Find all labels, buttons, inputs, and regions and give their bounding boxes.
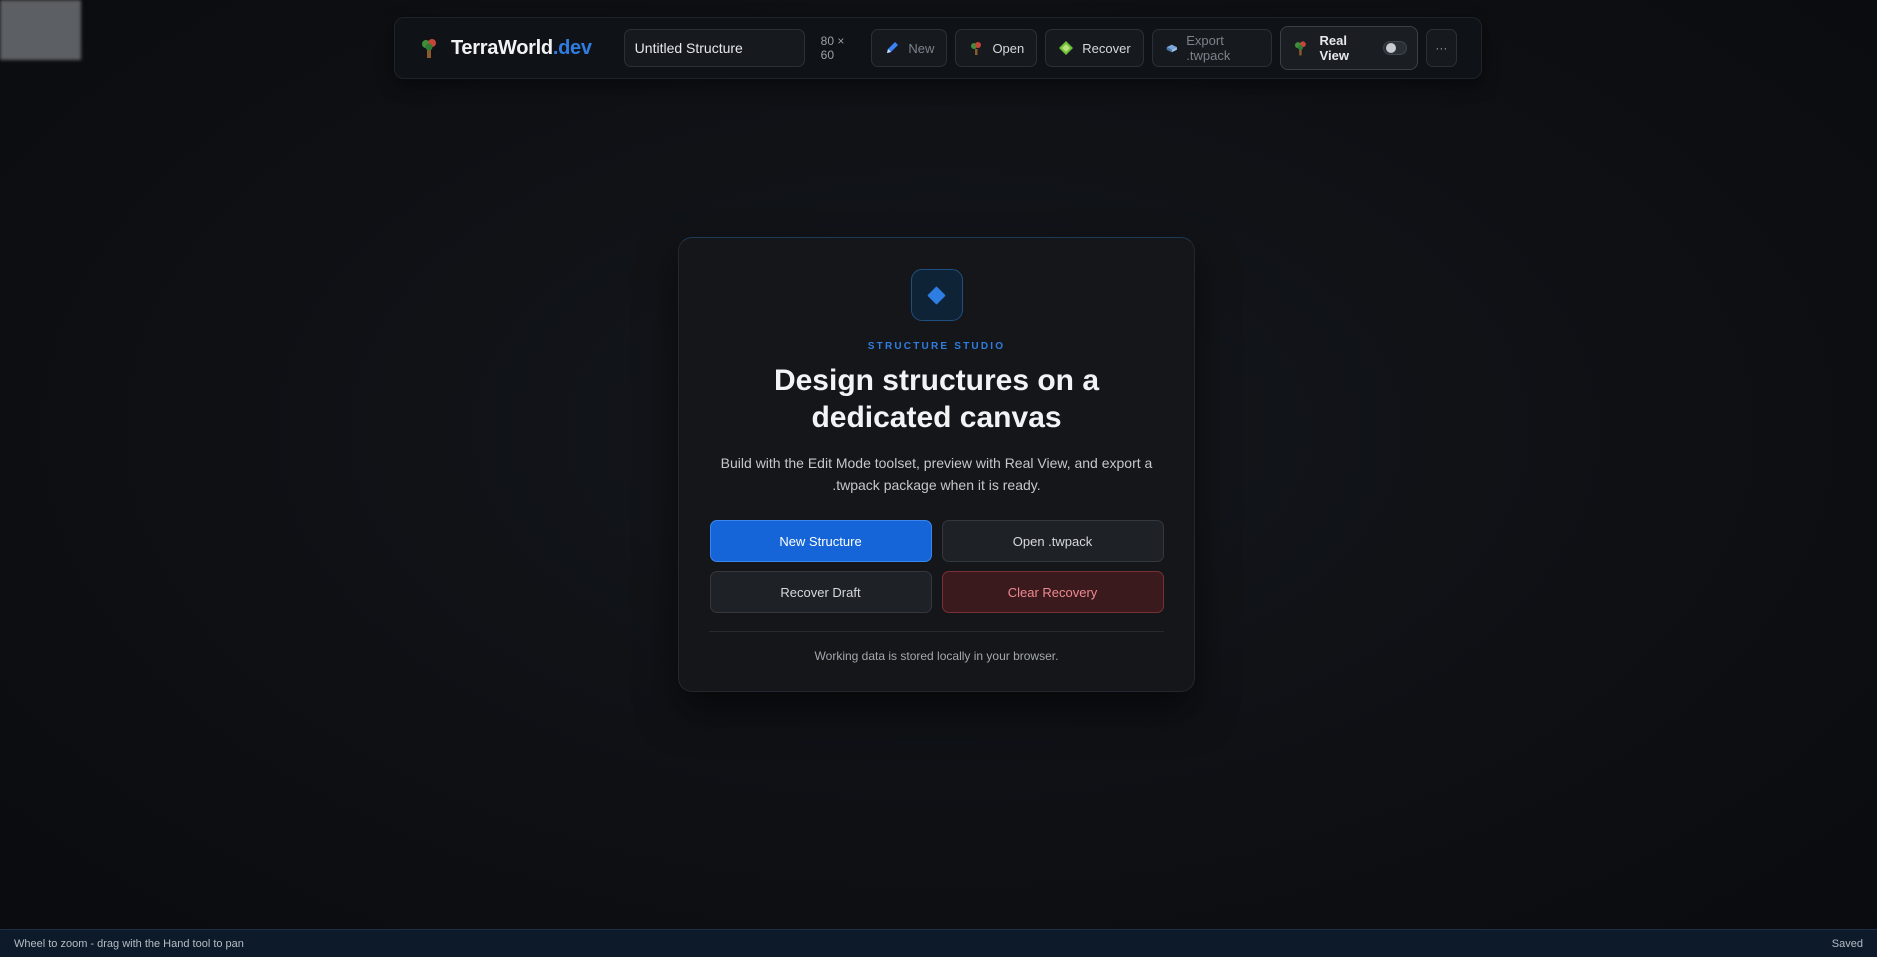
logo-accent: .dev xyxy=(552,36,592,59)
save-status: Saved xyxy=(1831,937,1863,950)
structure-studio-badge xyxy=(910,269,963,321)
welcome-card: STRUCTURE STUDIO Design structures on a … xyxy=(678,237,1195,692)
canvas-dimensions: 80 × 60 xyxy=(820,34,845,62)
export-button-label: Export .twpack xyxy=(1186,33,1231,63)
open-button-label: Open xyxy=(992,40,1025,56)
tree-icon xyxy=(422,39,436,58)
card-divider xyxy=(709,631,1164,632)
storage-footnote: Working data is stored locally in your b… xyxy=(814,649,1059,663)
open-twpack-button[interactable]: Open .twpack xyxy=(941,520,1164,562)
diamond-gem-icon xyxy=(1059,41,1074,55)
card-headline: Design structures on a dedicated canvas xyxy=(773,364,1100,434)
diamond-icon xyxy=(927,285,946,305)
tree-icon xyxy=(971,42,982,55)
open-button[interactable]: Open xyxy=(955,29,1038,67)
status-bar: Wheel to zoom - drag with the Hand tool … xyxy=(0,929,1877,957)
card-eyebrow: STRUCTURE STUDIO xyxy=(867,341,1006,352)
new-structure-button[interactable]: New Structure xyxy=(709,520,932,562)
recover-draft-button[interactable]: Recover Draft xyxy=(709,571,932,613)
card-description: Build with the Edit Mode toolset, previe… xyxy=(720,455,1153,493)
clear-recovery-button[interactable]: Clear Recovery xyxy=(941,571,1164,613)
pencil-icon xyxy=(887,42,899,53)
package-icon xyxy=(1166,44,1177,53)
logo-text: TerraWorld xyxy=(451,36,553,59)
real-view-label: Real View xyxy=(1319,33,1349,63)
card-actions: New Structure Open .twpack Recover Draft… xyxy=(709,520,1164,613)
new-button-label: New xyxy=(908,40,935,56)
export-button[interactable]: Export .twpack xyxy=(1151,29,1272,67)
corner-thumbnail xyxy=(0,0,81,60)
status-hint: Wheel to zoom - drag with the Hand tool … xyxy=(14,937,244,950)
more-options-button[interactable]: ··· xyxy=(1425,29,1457,67)
structure-title-input[interactable] xyxy=(623,29,805,67)
tree-icon xyxy=(1294,41,1306,56)
top-toolbar: TerraWorld.dev 80 × 60 New Open Recover xyxy=(394,17,1482,79)
app-logo: TerraWorld .dev xyxy=(419,37,592,60)
new-button[interactable]: New xyxy=(871,29,948,67)
real-view-switch[interactable] xyxy=(1383,41,1407,55)
recover-button-label: Recover xyxy=(1082,40,1131,56)
recover-button[interactable]: Recover xyxy=(1045,29,1144,67)
real-view-toggle-group: Real View xyxy=(1279,26,1418,70)
